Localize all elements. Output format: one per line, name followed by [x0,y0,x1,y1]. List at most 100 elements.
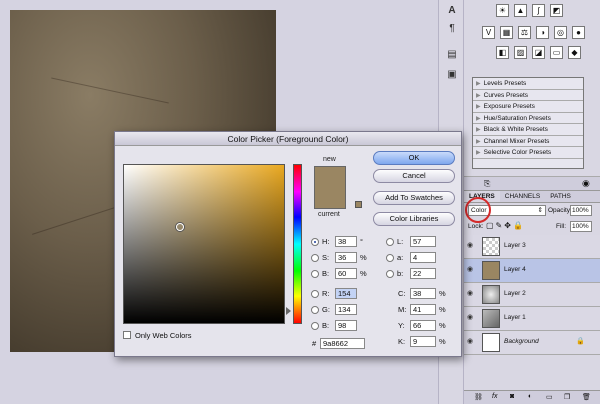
photo-filter-icon[interactable]: ◎ [554,26,567,39]
trash-icon[interactable]: 🗑 [582,393,591,401]
color-libraries-button[interactable]: Color Libraries [373,212,455,226]
opacity-input[interactable]: 100% [570,205,592,216]
lightness-input[interactable]: 57 [410,236,436,247]
lock-icons[interactable]: ▢✎✥🔒 [486,221,525,230]
new-color-label: new [323,156,336,163]
brightness-input[interactable]: 60 [335,268,357,279]
layer-style-icon[interactable]: fx [492,393,497,400]
preset-label: Selective Color Presets [483,149,552,156]
cancel-button[interactable]: Cancel [373,169,455,183]
preset-item[interactable]: ▶ Black & White Presets [473,124,583,136]
lightness-radio[interactable] [386,238,394,246]
layer-row[interactable]: ◉ Background 🔒 [464,331,600,355]
green-label: G: [322,305,330,314]
posterize-icon[interactable]: ▨ [514,46,527,59]
green-input[interactable]: 134 [335,304,357,315]
preset-label: Levels Presets [483,80,527,87]
lab-b-radio[interactable] [386,270,394,278]
clip-layer-icon[interactable]: ⎘ [484,179,490,189]
preset-label: Curves Presets [483,91,529,99]
fill-input[interactable]: 100% [570,221,592,232]
lab-a-radio[interactable] [386,254,394,262]
preset-item[interactable]: ▶ Selective Color Presets [473,147,583,159]
green-radio[interactable] [311,306,319,314]
preset-item[interactable]: ▶ Hue/Saturation Presets [473,113,583,124]
red-input[interactable]: 154 [335,288,357,299]
preset-label: Channel Mixer Presets [483,137,550,145]
black-white-icon[interactable]: ◑ [536,26,549,39]
expand-triangle-icon: ▶ [476,127,481,133]
adjustment-layer-icon[interactable]: ◐ [528,393,532,400]
layer-row[interactable]: ◉ Layer 4 [464,259,600,283]
curves-icon[interactable]: ∫ [532,4,545,17]
ok-button[interactable]: OK [373,151,455,165]
cyan-input[interactable]: 38 [410,288,436,299]
history-panel-icon[interactable]: ▤ [443,46,461,64]
preset-item[interactable]: ▶ Levels Presets [473,78,583,90]
lab-b-input[interactable]: 22 [410,268,436,279]
red-radio[interactable] [311,290,319,298]
layer-name: Background [504,338,539,345]
lab-a-input[interactable]: 4 [410,252,436,263]
current-color-swatch[interactable] [314,188,346,209]
invert-icon[interactable]: ◧ [496,46,509,59]
eye-icon[interactable]: ◉ [467,266,475,273]
add-to-swatches-button[interactable]: Add To Swatches [373,191,455,205]
saturation-brightness-field[interactable] [123,164,285,324]
hue-slider[interactable] [293,164,302,324]
black-label: K: [398,337,406,346]
eye-icon[interactable]: ◉ [467,314,475,321]
add-mask-icon[interactable]: ◙ [510,393,514,400]
saturation-radio[interactable] [311,254,319,262]
expand-triangle-icon: ▶ [476,81,481,87]
eye-icon[interactable]: ◉ [467,242,475,249]
channel-mixer-icon[interactable]: ● [572,26,585,39]
blue-radio[interactable] [311,322,319,330]
black-unit: % [439,337,446,346]
layers-panel: LAYERS CHANNELS PATHS Color ⇕ Opacity: 100%… [464,190,600,404]
actions-panel-icon[interactable]: ▣ [443,66,461,84]
hue-slider-handle[interactable] [286,307,291,315]
link-layers-icon[interactable]: ⛓ [474,393,483,401]
exposure-icon[interactable]: ◩ [550,4,563,17]
selective-color-icon[interactable]: ◆ [568,46,581,59]
levels-icon[interactable]: ▲ [514,4,527,17]
lab-a-label: a: [397,253,404,262]
eye-icon[interactable]: ◉ [467,338,475,345]
threshold-icon[interactable]: ◪ [532,46,545,59]
color-balance-icon[interactable]: ⚖ [518,26,531,39]
eye-icon[interactable]: ◉ [467,290,475,297]
web-safe-warning-swatch[interactable] [355,201,362,208]
visibility-icon[interactable]: ◉ [582,178,590,189]
preset-item[interactable]: ▶ Exposure Presets [473,101,583,113]
yellow-unit: % [439,321,446,330]
preset-item[interactable]: ▶ Channel Mixer Presets [473,136,583,147]
layer-row[interactable]: ◉ Layer 2 [464,283,600,307]
color-picker-cursor[interactable] [176,223,184,231]
layer-row[interactable]: ◉ Layer 1 [464,307,600,331]
brightness-radio[interactable] [311,270,319,278]
new-layer-icon[interactable]: ❐ [564,393,570,401]
tab-paths[interactable]: PATHS [545,191,576,202]
yellow-field-row: Y: 66 % [398,320,458,332]
black-input[interactable]: 9 [410,336,436,347]
brightness-icon[interactable]: ☀ [496,4,509,17]
hex-input[interactable]: 9a8662 [320,338,365,349]
hue-saturation-icon[interactable]: ▦ [500,26,513,39]
new-group-icon[interactable]: ▭ [546,393,553,401]
blue-input[interactable]: 98 [335,320,357,331]
vibrance-icon[interactable]: V [482,26,495,39]
gradient-map-icon[interactable]: ▭ [550,46,563,59]
preset-item[interactable]: ▶ Curves Presets [473,90,583,101]
saturation-input[interactable]: 36 [335,252,357,263]
yellow-input[interactable]: 66 [410,320,436,331]
tab-channels[interactable]: CHANNELS [500,191,545,202]
hue-input[interactable]: 38 [335,236,357,247]
paragraph-panel-icon[interactable]: ¶ [443,20,461,38]
character-panel-icon[interactable]: A [443,2,461,20]
only-web-colors-checkbox[interactable] [123,331,131,339]
layer-row[interactable]: ◉ Layer 3 [464,235,600,259]
hue-radio[interactable] [311,238,319,246]
magenta-input[interactable]: 41 [410,304,436,315]
red-field-row: R: 154 [311,288,371,300]
